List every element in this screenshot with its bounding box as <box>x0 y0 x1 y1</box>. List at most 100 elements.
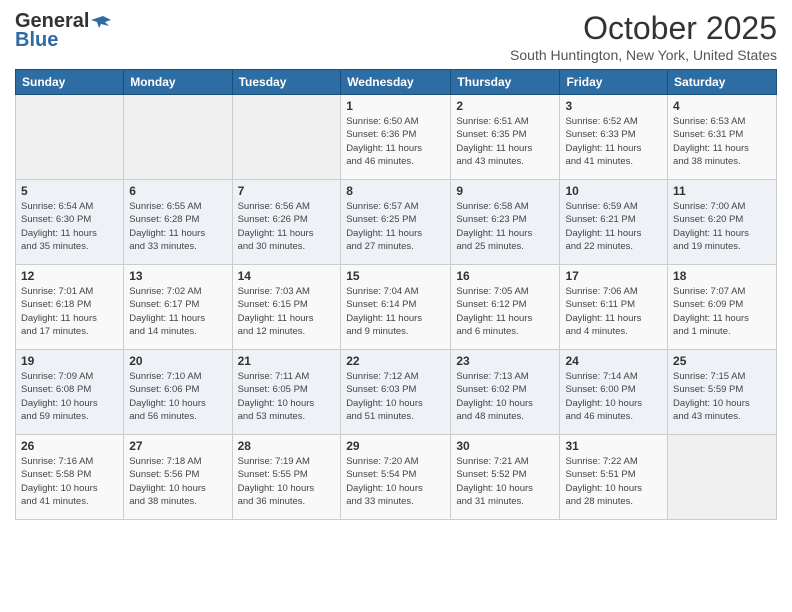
day-cell: 19 Sunrise: 7:09 AMSunset: 6:08 PMDayligh… <box>16 350 124 435</box>
day-info: Sunrise: 7:05 AMSunset: 6:12 PMDaylight:… <box>456 285 554 338</box>
day-cell: 2 Sunrise: 6:51 AMSunset: 6:35 PMDaylight… <box>451 95 560 180</box>
day-info: Sunrise: 7:02 AMSunset: 6:17 PMDaylight:… <box>129 285 226 338</box>
day-cell: 26 Sunrise: 7:16 AMSunset: 5:58 PMDayligh… <box>16 435 124 520</box>
day-info: Sunrise: 7:22 AMSunset: 5:51 PMDaylight:… <box>565 455 662 508</box>
day-cell: 6Sunrise: 6:55 AMSunset: 6:28 PMDaylight… <box>124 180 232 265</box>
day-info: Sunrise: 7:09 AMSunset: 6:08 PMDaylight:… <box>21 370 118 423</box>
day-number: 27 <box>129 439 226 453</box>
day-cell <box>124 95 232 180</box>
day-info: Sunrise: 6:58 AMSunset: 6:23 PMDaylight:… <box>456 200 554 253</box>
day-info: Sunrise: 7:18 AMSunset: 5:56 PMDaylight:… <box>129 455 226 508</box>
day-number: 17 <box>565 269 662 283</box>
day-number: 21 <box>238 354 336 368</box>
day-cell: 17 Sunrise: 7:06 AMSunset: 6:11 PMDayligh… <box>560 265 668 350</box>
day-info: Sunrise: 7:12 AMSunset: 6:03 PMDaylight:… <box>346 370 445 423</box>
day-number: 23 <box>456 354 554 368</box>
day-info: Sunrise: 6:50 AMSunset: 6:36 PMDaylight:… <box>346 115 445 168</box>
day-cell: 4 Sunrise: 6:53 AMSunset: 6:31 PMDaylight… <box>668 95 777 180</box>
day-number: 29 <box>346 439 445 453</box>
day-cell: 13 Sunrise: 7:02 AMSunset: 6:17 PMDayligh… <box>124 265 232 350</box>
day-number: 30 <box>456 439 554 453</box>
day-info: Sunrise: 7:19 AMSunset: 5:55 PMDaylight:… <box>238 455 336 508</box>
week-row-1: 1Sunrise: 6:50 AMSunset: 6:36 PMDaylight… <box>16 95 777 180</box>
day-cell: 5 Sunrise: 6:54 AMSunset: 6:30 PMDaylight… <box>16 180 124 265</box>
day-info: Sunrise: 7:20 AMSunset: 5:54 PMDaylight:… <box>346 455 445 508</box>
day-cell: 31 Sunrise: 7:22 AMSunset: 5:51 PMDayligh… <box>560 435 668 520</box>
day-info: Sunrise: 7:13 AMSunset: 6:02 PMDaylight:… <box>456 370 554 423</box>
day-info: Sunrise: 7:21 AMSunset: 5:52 PMDaylight:… <box>456 455 554 508</box>
day-info: Sunrise: 7:07 AMSunset: 6:09 PMDaylight:… <box>673 285 771 338</box>
day-cell: 30 Sunrise: 7:21 AMSunset: 5:52 PMDayligh… <box>451 435 560 520</box>
day-number: 5 <box>21 184 118 198</box>
day-number: 24 <box>565 354 662 368</box>
day-number: 10 <box>565 184 662 198</box>
day-cell: 28Sunrise: 7:19 AMSunset: 5:55 PMDayligh… <box>232 435 341 520</box>
header-tuesday: Tuesday <box>232 70 341 95</box>
day-number: 25 <box>673 354 771 368</box>
header-saturday: Saturday <box>668 70 777 95</box>
day-number: 15 <box>346 269 445 283</box>
day-number: 31 <box>565 439 662 453</box>
day-info: Sunrise: 6:52 AMSunset: 6:33 PMDaylight:… <box>565 115 662 168</box>
day-info: Sunrise: 7:14 AMSunset: 6:00 PMDaylight:… <box>565 370 662 423</box>
day-cell <box>232 95 341 180</box>
day-cell: 8Sunrise: 6:57 AMSunset: 6:25 PMDaylight… <box>341 180 451 265</box>
day-cell: 7 Sunrise: 6:56 AMSunset: 6:26 PMDaylight… <box>232 180 341 265</box>
day-cell: 27 Sunrise: 7:18 AMSunset: 5:56 PMDayligh… <box>124 435 232 520</box>
day-cell <box>16 95 124 180</box>
day-number: 2 <box>456 99 554 113</box>
day-number: 4 <box>673 99 771 113</box>
header-sunday: Sunday <box>16 70 124 95</box>
day-number: 14 <box>238 269 336 283</box>
day-cell: 25Sunrise: 7:15 AMSunset: 5:59 PMDayligh… <box>668 350 777 435</box>
page-header: General Blue October 2025 South Huntingt… <box>15 10 777 63</box>
day-cell: 22Sunrise: 7:12 AMSunset: 6:03 PMDayligh… <box>341 350 451 435</box>
day-info: Sunrise: 7:03 AMSunset: 6:15 PMDaylight:… <box>238 285 336 338</box>
week-row-3: 12Sunrise: 7:01 AMSunset: 6:18 PMDayligh… <box>16 265 777 350</box>
header-friday: Friday <box>560 70 668 95</box>
day-number: 18 <box>673 269 771 283</box>
day-number: 20 <box>129 354 226 368</box>
logo-blue-text: Blue <box>15 29 58 52</box>
day-cell <box>668 435 777 520</box>
day-cell: 10 Sunrise: 6:59 AMSunset: 6:21 PMDayligh… <box>560 180 668 265</box>
day-cell: 9 Sunrise: 6:58 AMSunset: 6:23 PMDaylight… <box>451 180 560 265</box>
location-subtitle: South Huntington, New York, United State… <box>510 47 777 63</box>
header-wednesday: Wednesday <box>341 70 451 95</box>
day-cell: 21Sunrise: 7:11 AMSunset: 6:05 PMDayligh… <box>232 350 341 435</box>
day-number: 26 <box>21 439 118 453</box>
logo: General Blue <box>15 10 111 52</box>
day-number: 19 <box>21 354 118 368</box>
day-cell: 3 Sunrise: 6:52 AMSunset: 6:33 PMDaylight… <box>560 95 668 180</box>
day-cell: 14 Sunrise: 7:03 AMSunset: 6:15 PMDayligh… <box>232 265 341 350</box>
day-number: 3 <box>565 99 662 113</box>
day-cell: 1Sunrise: 6:50 AMSunset: 6:36 PMDaylight… <box>341 95 451 180</box>
day-info: Sunrise: 6:57 AMSunset: 6:25 PMDaylight:… <box>346 200 445 253</box>
day-number: 7 <box>238 184 336 198</box>
day-info: Sunrise: 6:56 AMSunset: 6:26 PMDaylight:… <box>238 200 336 253</box>
day-cell: 18 Sunrise: 7:07 AMSunset: 6:09 PMDayligh… <box>668 265 777 350</box>
day-info: Sunrise: 6:53 AMSunset: 6:31 PMDaylight:… <box>673 115 771 168</box>
day-cell: 20 Sunrise: 7:10 AMSunset: 6:06 PMDayligh… <box>124 350 232 435</box>
week-row-4: 19 Sunrise: 7:09 AMSunset: 6:08 PMDayligh… <box>16 350 777 435</box>
day-cell: 15 Sunrise: 7:04 AMSunset: 6:14 PMDayligh… <box>341 265 451 350</box>
day-info: Sunrise: 6:51 AMSunset: 6:35 PMDaylight:… <box>456 115 554 168</box>
day-cell: 12Sunrise: 7:01 AMSunset: 6:18 PMDayligh… <box>16 265 124 350</box>
day-number: 16 <box>456 269 554 283</box>
day-info: Sunrise: 7:10 AMSunset: 6:06 PMDaylight:… <box>129 370 226 423</box>
day-number: 13 <box>129 269 226 283</box>
day-info: Sunrise: 7:16 AMSunset: 5:58 PMDaylight:… <box>21 455 118 508</box>
calendar-table: SundayMondayTuesdayWednesdayThursdayFrid… <box>15 69 777 520</box>
day-info: Sunrise: 7:04 AMSunset: 6:14 PMDaylight:… <box>346 285 445 338</box>
header-thursday: Thursday <box>451 70 560 95</box>
day-number: 9 <box>456 184 554 198</box>
logo-bird-icon <box>91 12 111 32</box>
day-info: Sunrise: 7:00 AMSunset: 6:20 PMDaylight:… <box>673 200 771 253</box>
day-cell: 16 Sunrise: 7:05 AMSunset: 6:12 PMDayligh… <box>451 265 560 350</box>
day-info: Sunrise: 6:59 AMSunset: 6:21 PMDaylight:… <box>565 200 662 253</box>
day-number: 11 <box>673 184 771 198</box>
week-row-5: 26 Sunrise: 7:16 AMSunset: 5:58 PMDayligh… <box>16 435 777 520</box>
day-info: Sunrise: 6:54 AMSunset: 6:30 PMDaylight:… <box>21 200 118 253</box>
day-info: Sunrise: 7:06 AMSunset: 6:11 PMDaylight:… <box>565 285 662 338</box>
day-cell: 29 Sunrise: 7:20 AMSunset: 5:54 PMDayligh… <box>341 435 451 520</box>
